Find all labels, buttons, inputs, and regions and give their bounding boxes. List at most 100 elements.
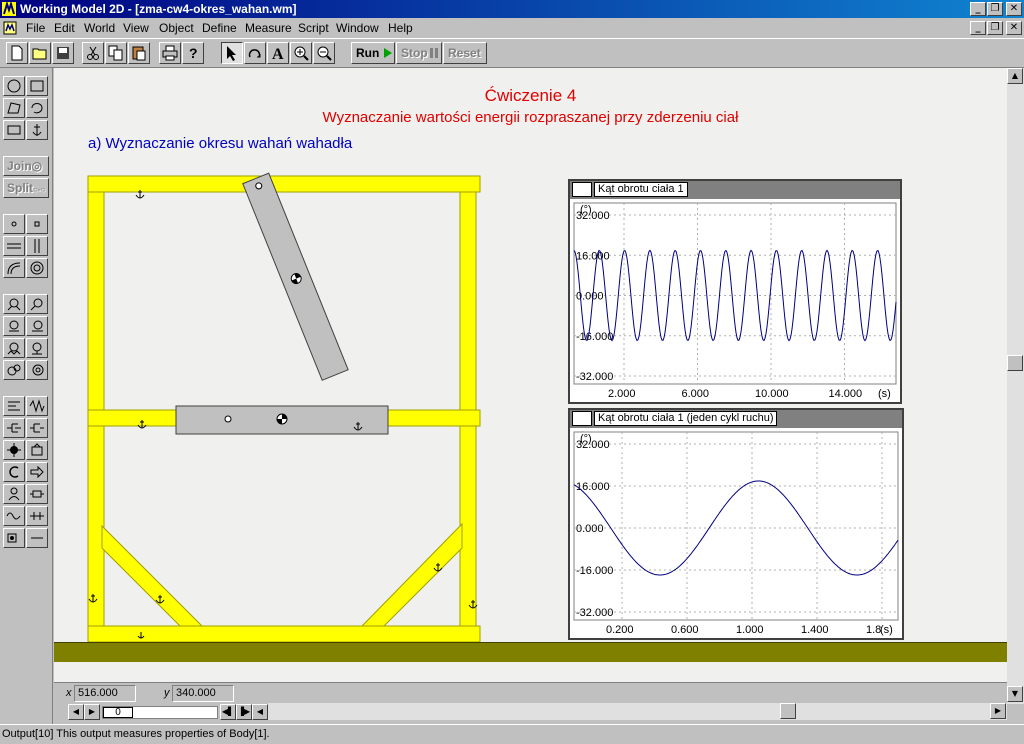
meter-angle-full[interactable]: Kąt obrotu ciała 1 32.000 16.000 0.000 -16.… (568, 179, 902, 404)
menu-script[interactable]: Script (298, 21, 329, 35)
square-tool[interactable] (3, 120, 25, 140)
meter-expand-button[interactable] (572, 182, 592, 213)
x-tick-label: 0.600 (671, 624, 699, 636)
scroll-left-button[interactable]: ◀ (252, 704, 268, 720)
keyed-slot-tool[interactable] (26, 506, 48, 526)
spring-tool[interactable] (26, 396, 48, 416)
actuator-tool[interactable] (3, 316, 25, 336)
text-icon: A (272, 46, 284, 61)
menu-object[interactable]: Object (159, 21, 194, 35)
menu-window[interactable]: Window (336, 21, 379, 35)
rope-joint-tool[interactable] (26, 360, 48, 380)
meter-expand-button[interactable] (572, 411, 592, 442)
mechanism-drawing[interactable] (84, 168, 524, 648)
close-button[interactable]: ✕ (1006, 2, 1022, 16)
split-button[interactable]: Split○-○ (3, 178, 49, 198)
zoom-in-button[interactable] (290, 42, 312, 64)
join-button[interactable]: Join◎ (3, 156, 49, 176)
vertical-slot-tool[interactable] (26, 236, 48, 256)
motor-variant-tool[interactable] (26, 294, 48, 314)
rotational-force-tool[interactable] (3, 462, 25, 482)
hscroll-thumb[interactable] (780, 703, 796, 719)
y-tick-label: -32.000 (576, 371, 613, 383)
actuator-variant-tool[interactable] (26, 316, 48, 336)
rope-tool[interactable] (3, 396, 25, 416)
text-button[interactable]: A (267, 42, 289, 64)
damper-joint-tool[interactable] (26, 338, 48, 358)
ground (54, 642, 1007, 662)
separator-tool[interactable] (26, 484, 48, 504)
scroll-right-button[interactable]: ▶ (990, 703, 1006, 719)
restore-button[interactable]: ❐ (987, 2, 1003, 16)
spring-joint-tool[interactable] (3, 338, 25, 358)
run-button[interactable]: Run (351, 42, 395, 64)
horizontal-scrollbar[interactable]: ▶ (268, 703, 1007, 720)
rotational-damper-tool[interactable] (26, 418, 48, 438)
doc-minimize-button[interactable]: _ (970, 21, 986, 35)
minimize-button[interactable]: _ (970, 2, 986, 16)
frame-end-button[interactable]: ◀▌ (220, 704, 236, 720)
spring-icon (29, 399, 45, 413)
pin-slot-tool[interactable] (3, 528, 25, 548)
rectangle-tool[interactable] (26, 76, 48, 96)
menu-define[interactable]: Define (202, 21, 237, 35)
vertical-scrollbar[interactable]: ▲ ▼ (1007, 68, 1024, 704)
zoom-out-button[interactable] (313, 42, 335, 64)
workspace-canvas[interactable]: Ćwiczenie 4 Wyznaczanie wartości energii… (54, 68, 1007, 682)
frame-back-button[interactable]: ◀ (68, 704, 84, 720)
person-tool[interactable] (3, 484, 25, 504)
curved-slot-tool[interactable] (3, 258, 25, 278)
anchor-tool[interactable] (26, 120, 48, 140)
gear-joint-tool[interactable] (3, 360, 25, 380)
stop-button[interactable]: Stop (396, 42, 442, 64)
pointer-button[interactable] (221, 42, 243, 64)
horizontal-slot-tool[interactable] (3, 236, 25, 256)
circle-tool[interactable] (3, 76, 25, 96)
pin-joint-tool[interactable] (26, 258, 48, 278)
point-tool[interactable] (3, 214, 25, 234)
print-button[interactable] (159, 42, 181, 64)
frame-start-button[interactable]: ▐▶ (236, 704, 252, 720)
doc-restore-button[interactable]: ❐ (987, 21, 1003, 35)
motor-tool[interactable] (3, 294, 25, 314)
menu-world[interactable]: World (84, 21, 115, 35)
damper-tool[interactable] (3, 418, 25, 438)
copy-button[interactable] (105, 42, 127, 64)
polygon-tool[interactable] (3, 98, 25, 118)
reset-button[interactable]: Reset (443, 42, 487, 64)
frame-forward-button[interactable]: ▶ (84, 704, 100, 720)
torque-tool[interactable] (26, 440, 48, 460)
menu-measure[interactable]: Measure (245, 21, 292, 35)
paste-button[interactable] (128, 42, 150, 64)
menu-help[interactable]: Help (388, 21, 413, 35)
menu-file[interactable]: File (26, 21, 45, 35)
y-tick-label: -16.000 (576, 565, 613, 577)
cut-button[interactable] (82, 42, 104, 64)
wave-tool[interactable] (3, 506, 25, 526)
square-point-tool[interactable] (26, 214, 48, 234)
rotate-button[interactable] (244, 42, 266, 64)
open-button[interactable] (29, 42, 51, 64)
right-brace (360, 522, 463, 627)
meter-angle-cycle[interactable]: Kąt obrotu ciała 1 (jeden cykl ruchu) 32… (568, 408, 904, 640)
menu-edit[interactable]: Edit (54, 21, 75, 35)
frame-slider[interactable]: 0 (102, 706, 218, 719)
scroll-up-button[interactable]: ▲ (1007, 68, 1023, 84)
help-button[interactable]: ? (182, 42, 204, 64)
status-text: Output[10] This output measures properti… (2, 728, 270, 740)
line-tool[interactable] (26, 528, 48, 548)
arrow-tool[interactable] (26, 462, 48, 482)
document-icon[interactable] (3, 21, 17, 35)
doc-close-button[interactable]: ✕ (1006, 21, 1022, 35)
y-tick-label: -16.000 (576, 331, 613, 343)
curved-body-tool[interactable] (26, 98, 48, 118)
menu-view[interactable]: View (123, 21, 149, 35)
scroll-thumb[interactable] (1007, 355, 1023, 371)
force-tool[interactable] (3, 440, 25, 460)
new-button[interactable] (6, 42, 28, 64)
save-button[interactable] (52, 42, 74, 64)
body-horizontal-mass-center (276, 413, 288, 425)
scroll-down-button[interactable]: ▼ (1007, 686, 1023, 702)
meter-title: Kąt obrotu ciała 1 (jeden cykl ruchu) (594, 411, 778, 426)
meter-plot: 32.00016.0000.000-16.000-32.0000.200 0.60… (573, 431, 899, 636)
